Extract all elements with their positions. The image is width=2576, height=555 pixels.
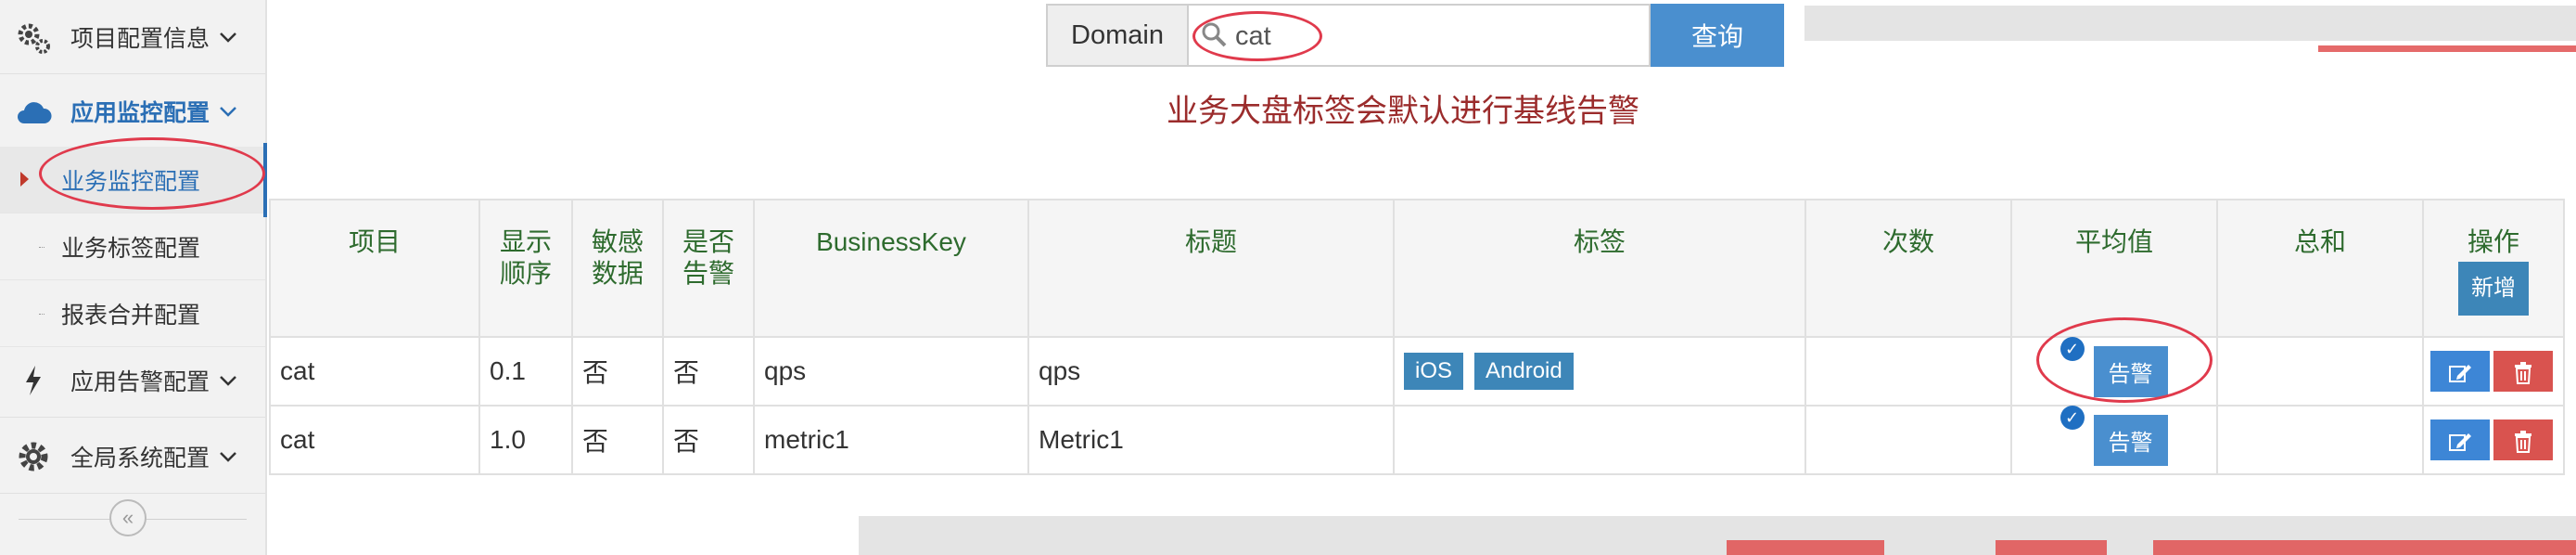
sidebar-item-label: 报表合并配置 (61, 302, 201, 329)
collapse-sidebar-button[interactable]: « (109, 499, 147, 536)
header-project: 项目 (269, 199, 480, 338)
trash-icon (2514, 430, 2531, 453)
add-button[interactable]: 新增 (2458, 262, 2529, 316)
edit-button[interactable] (2429, 351, 2490, 392)
domain-search-input[interactable] (1233, 15, 1626, 58)
cell-business-key: qps (753, 336, 1029, 407)
nav-group-project-config[interactable]: 项目配置信息 (0, 0, 265, 74)
caret-right-icon (20, 172, 29, 187)
chevron-down-icon (219, 367, 237, 394)
trash-icon (2514, 361, 2531, 384)
nav-group-app-monitor-config[interactable]: 应用监控配置 (0, 74, 265, 148)
header-ops-label: 操作 (2467, 227, 2519, 256)
bullet-icon (39, 314, 45, 316)
header-count: 次数 (1804, 199, 2012, 338)
cell-sensitive: 否 (571, 336, 664, 407)
nav-group-label: 全局系统配置 (70, 445, 210, 471)
cell-order: 0.1 (478, 336, 573, 407)
cell-ops (2422, 336, 2565, 407)
edit-button[interactable] (2429, 419, 2490, 460)
active-indicator (263, 143, 267, 217)
business-config-table: 项目 显示顺序 敏感数据 是否告警 BusinessKey 标题 标签 次数 平… (269, 199, 2565, 475)
chevron-down-icon (219, 97, 237, 124)
table-row: cat 0.1 否 否 qps qps iOS Android ✓ 告警 (269, 336, 2565, 407)
delete-button[interactable] (2493, 351, 2553, 392)
domain-search-bar: Domain 查询 (1046, 4, 1784, 67)
sidebar-item-business-monitor[interactable]: 业务监控配置 (0, 143, 267, 217)
cell-avg: ✓ 告警 (2010, 405, 2218, 475)
header-business-key: BusinessKey (753, 199, 1029, 338)
sidebar: 项目配置信息 应用监控配置 业务监控配置 业务标签配置 报表合并配置 应用告警配… (0, 0, 267, 555)
nav-group-label: 应用监控配置 (70, 99, 210, 126)
watermark-fragment (2318, 15, 2576, 52)
domain-label: Domain (1046, 4, 1187, 67)
sidebar-item-business-tag[interactable]: 业务标签配置 (0, 213, 265, 280)
gears-icon (13, 17, 54, 58)
gear-icon (13, 436, 54, 477)
bolt-icon (13, 360, 54, 401)
nav-group-app-alert-config[interactable]: 应用告警配置 (0, 343, 265, 418)
delete-button[interactable] (2493, 419, 2553, 460)
cell-business-key: metric1 (753, 405, 1029, 475)
sidebar-item-label: 业务标签配置 (61, 235, 201, 262)
cell-tags (1393, 405, 1806, 475)
header-ops: 操作 新增 (2422, 199, 2565, 338)
header-order: 显示顺序 (478, 199, 573, 338)
cell-sensitive: 否 (571, 405, 664, 475)
query-button[interactable]: 查询 (1651, 4, 1784, 67)
cloud-icon (13, 91, 54, 132)
search-icon (1200, 20, 1228, 53)
edit-icon (2448, 364, 2471, 382)
cell-title: Metric1 (1027, 405, 1395, 475)
avg-alert-button[interactable]: 告警 (2093, 414, 2168, 466)
header-sensitive: 敏感数据 (571, 199, 664, 338)
header-tags: 标签 (1393, 199, 1806, 338)
cell-project: cat (269, 336, 480, 407)
cell-count (1804, 405, 2012, 475)
cell-project: cat (269, 405, 480, 475)
nav-group-global-system-config[interactable]: 全局系统配置 (0, 419, 265, 494)
cell-alert: 否 (662, 405, 755, 475)
baseline-alert-notice: 业务大盘标签会默认进行基线告警 (1167, 94, 1639, 129)
header-title: 标题 (1027, 199, 1395, 338)
double-chevron-left-icon: « (121, 506, 134, 529)
nav-group-label: 项目配置信息 (70, 25, 210, 52)
chevron-down-icon (219, 443, 237, 470)
chevron-down-icon (219, 23, 237, 50)
cell-sum (2216, 336, 2424, 407)
tag-badge: iOS (1404, 353, 1464, 390)
watermark-fragment (1727, 538, 2576, 555)
avg-alert-button[interactable]: 告警 (2093, 345, 2168, 397)
table-row: cat 1.0 否 否 metric1 Metric1 ✓ 告警 (269, 405, 2565, 475)
bullet-icon (39, 247, 45, 249)
checkbox-checked-icon[interactable]: ✓ (2060, 405, 2085, 430)
sidebar-item-label: 业务监控配置 (61, 168, 201, 195)
checkbox-checked-icon[interactable]: ✓ (2060, 336, 2085, 361)
cell-ops (2422, 405, 2565, 475)
header-alert: 是否告警 (662, 199, 755, 338)
table-header-row: 项目 显示顺序 敏感数据 是否告警 BusinessKey 标题 标签 次数 平… (269, 199, 2565, 338)
edit-icon (2448, 432, 2471, 451)
nav-group-label: 应用告警配置 (70, 368, 210, 395)
cell-title: qps (1027, 336, 1395, 407)
cell-count (1804, 336, 2012, 407)
cell-sum (2216, 405, 2424, 475)
header-sum: 总和 (2216, 199, 2424, 338)
cell-order: 1.0 (478, 405, 573, 475)
header-avg: 平均值 (2010, 199, 2218, 338)
cell-alert: 否 (662, 336, 755, 407)
cell-avg: ✓ 告警 (2010, 336, 2218, 407)
tag-badge: Android (1474, 353, 1574, 390)
sidebar-item-report-merge[interactable]: 报表合并配置 (0, 280, 265, 347)
cell-tags: iOS Android (1393, 336, 1806, 407)
domain-search-field[interactable] (1187, 4, 1651, 67)
